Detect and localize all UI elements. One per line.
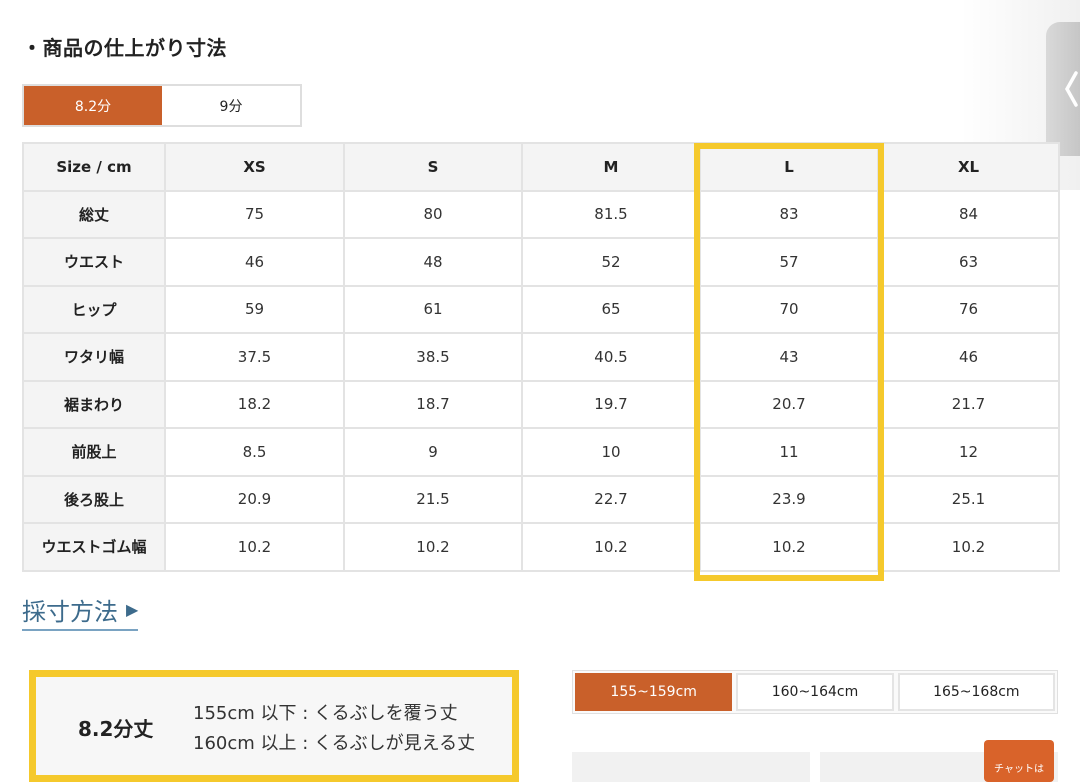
table-cell: 22.7	[521, 474, 701, 524]
row-label: 前股上	[22, 427, 166, 477]
table-cell: 46	[164, 237, 345, 287]
table-row: 後ろ股上 20.9 21.5 22.7 23.9 25.1	[22, 474, 1060, 524]
row-label: 後ろ股上	[22, 474, 166, 524]
chevron-left-icon	[1062, 69, 1080, 109]
table-cell: 46	[877, 332, 1060, 382]
table-row: ワタリ幅 37.5 38.5 40.5 43 46	[22, 332, 1060, 382]
length-tabs: 8.2分 9分	[22, 84, 302, 127]
size-header-xl: XL	[877, 142, 1060, 192]
table-cell: 37.5	[164, 332, 345, 382]
tab-height-165-168[interactable]: 165~168cm	[897, 673, 1055, 711]
table-cell: 23.9	[699, 474, 879, 524]
height-tabs: 155~159cm 160~164cm 165~168cm	[572, 670, 1058, 714]
table-cell: 75	[164, 189, 345, 239]
tab-length-8-2[interactable]: 8.2分	[24, 86, 162, 125]
table-cell: 59	[164, 284, 345, 334]
table-cell: 65	[521, 284, 701, 334]
row-label: ヒップ	[22, 284, 166, 334]
chat-button-label: チャットは	[994, 764, 1044, 775]
note-title: 8.2分丈	[78, 717, 154, 741]
table-cell: 76	[877, 284, 1060, 334]
note-line-2: 160cm 以上 : くるぶしが見える丈	[193, 733, 476, 754]
row-label: ウエスト	[22, 237, 166, 287]
table-cell: 10.2	[343, 522, 523, 572]
table-row: ヒップ 59 61 65 70 76	[22, 284, 1060, 334]
measurement-method-label: 採寸方法	[22, 598, 118, 626]
table-cell: 25.1	[877, 474, 1060, 524]
table-cell: 81.5	[521, 189, 701, 239]
table-cell: 20.7	[699, 379, 879, 429]
table-cell: 18.2	[164, 379, 345, 429]
table-cell: 43	[699, 332, 879, 382]
size-table: Size / cm XS S M L XL 総丈 75 80 81.5 83 8…	[22, 142, 1060, 572]
table-cell: 12	[877, 427, 1060, 477]
table-cell: 48	[343, 237, 523, 287]
side-panel-toggle[interactable]	[1046, 22, 1080, 156]
table-cell: 9	[343, 427, 523, 477]
size-header-l: L	[699, 142, 879, 192]
table-cell: 10	[521, 427, 701, 477]
play-arrow-icon: ▶	[126, 600, 139, 619]
table-cell: 40.5	[521, 332, 701, 382]
model-image-1	[572, 752, 810, 782]
table-cell: 84	[877, 189, 1060, 239]
table-cell: 70	[699, 284, 879, 334]
chat-button[interactable]: チャットは	[984, 740, 1054, 782]
measurement-method-link[interactable]: 採寸方法 ▶	[22, 592, 139, 631]
length-note-box: 8.2分丈 155cm 以下 : くるぶしを覆う丈 160cm 以上 : くるぶ…	[29, 670, 519, 782]
row-label: ワタリ幅	[22, 332, 166, 382]
table-header-row: Size / cm XS S M L XL	[22, 142, 1060, 192]
table-cell: 57	[699, 237, 879, 287]
size-header-xs: XS	[164, 142, 345, 192]
table-cell: 83	[699, 189, 879, 239]
table-cell: 10.2	[877, 522, 1060, 572]
table-corner-cell: Size / cm	[22, 142, 166, 192]
table-row: 裾まわり 18.2 18.7 19.7 20.7 21.7	[22, 379, 1060, 429]
tab-height-155-159[interactable]: 155~159cm	[575, 673, 733, 711]
table-cell: 61	[343, 284, 523, 334]
table-row: 前股上 8.5 9 10 11 12	[22, 427, 1060, 477]
table-cell: 10.2	[164, 522, 345, 572]
table-cell: 80	[343, 189, 523, 239]
tab-height-160-164[interactable]: 160~164cm	[736, 673, 894, 711]
page-title: ・商品の仕上がり寸法	[22, 36, 227, 60]
note-line-1: 155cm 以下 : くるぶしを覆う丈	[193, 703, 458, 724]
table-cell: 20.9	[164, 474, 345, 524]
table-row: ウエストゴム幅 10.2 10.2 10.2 10.2 10.2	[22, 522, 1060, 572]
table-cell: 21.7	[877, 379, 1060, 429]
row-label: ウエストゴム幅	[22, 522, 166, 572]
table-cell: 21.5	[343, 474, 523, 524]
table-cell: 8.5	[164, 427, 345, 477]
tab-length-9[interactable]: 9分	[162, 86, 300, 125]
table-cell: 10.2	[521, 522, 701, 572]
row-label: 裾まわり	[22, 379, 166, 429]
size-header-m: M	[521, 142, 701, 192]
table-cell: 11	[699, 427, 879, 477]
table-cell: 63	[877, 237, 1060, 287]
size-header-s: S	[343, 142, 523, 192]
table-row: ウエスト 46 48 52 57 63	[22, 237, 1060, 287]
table-cell: 10.2	[699, 522, 879, 572]
table-cell: 18.7	[343, 379, 523, 429]
row-label: 総丈	[22, 189, 166, 239]
table-cell: 52	[521, 237, 701, 287]
table-row: 総丈 75 80 81.5 83 84	[22, 189, 1060, 239]
table-cell: 19.7	[521, 379, 701, 429]
table-cell: 38.5	[343, 332, 523, 382]
